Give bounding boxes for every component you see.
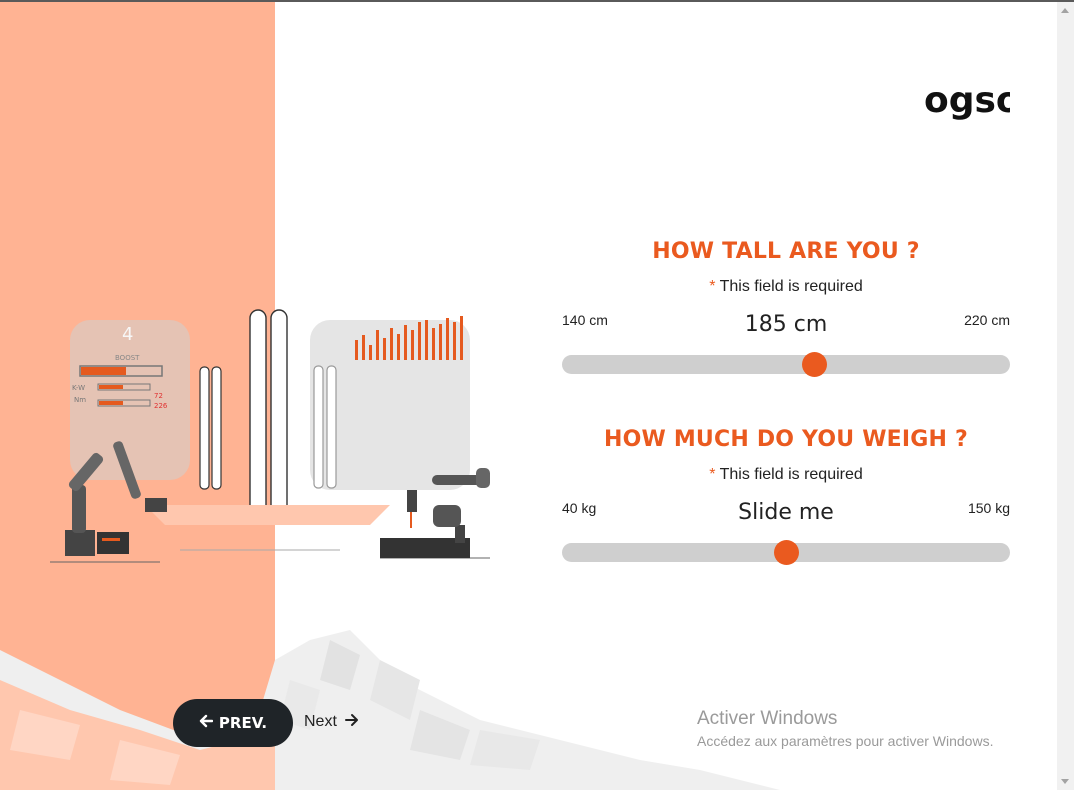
arrow-left-icon — [199, 714, 214, 732]
brand-logo[interactable]: ogso — [924, 78, 1010, 128]
gauge-label: BOOST — [115, 354, 140, 362]
next-button[interactable]: Next — [304, 710, 359, 734]
height-min-label: 140 cm — [562, 312, 608, 328]
weight-value-display: Slide me — [738, 500, 834, 525]
prev-button[interactable]: PREV. — [173, 699, 293, 747]
activation-watermark-title: Activer Windows — [697, 708, 838, 729]
row-value-kw: 72 — [154, 392, 163, 400]
height-slider-thumb[interactable] — [802, 352, 827, 377]
required-text: This field is required — [719, 278, 863, 295]
height-value-display: 185 cm — [744, 312, 828, 337]
arrow-right-icon — [344, 713, 359, 732]
weight-required-note: * This field is required — [562, 466, 1010, 484]
height-question-title: HOW TALL ARE YOU ? — [652, 239, 920, 264]
scroll-down-arrow-icon[interactable] — [1061, 779, 1069, 784]
required-star: * — [709, 466, 716, 483]
gauge-number: 4 — [122, 324, 133, 345]
next-button-label: Next — [304, 713, 337, 730]
required-text: This field is required — [719, 466, 863, 483]
mountain-background — [0, 630, 780, 790]
activation-watermark-subtitle: Accédez aux paramètres pour activer Wind… — [697, 733, 994, 749]
weight-slider-track[interactable] — [562, 540, 1010, 565]
row-value-nm: 226 — [154, 402, 168, 410]
height-max-label: 220 cm — [964, 312, 1010, 328]
weight-slider-thumb[interactable] — [774, 540, 799, 565]
row-label-kw: K-W — [72, 384, 85, 392]
scroll-up-arrow-icon[interactable] — [1061, 8, 1069, 13]
required-star: * — [709, 278, 716, 295]
height-required-note: * This field is required — [562, 278, 1010, 296]
ski-lab-illustration: 4 BOOST K-W 72 Nm 226 — [50, 309, 490, 563]
brand-logo-text: ogso — [924, 80, 1010, 121]
weight-max-label: 150 kg — [967, 500, 1010, 516]
bar-mark — [355, 340, 358, 360]
row-label-nm: Nm — [74, 396, 86, 404]
height-slider-track[interactable] — [562, 352, 1010, 377]
weight-question-title: HOW MUCH DO YOU WEIGH ? — [604, 427, 968, 452]
prev-button-label: PREV. — [218, 714, 268, 732]
vertical-scrollbar[interactable] — [1057, 2, 1074, 790]
weight-min-label: 40 kg — [562, 500, 597, 516]
